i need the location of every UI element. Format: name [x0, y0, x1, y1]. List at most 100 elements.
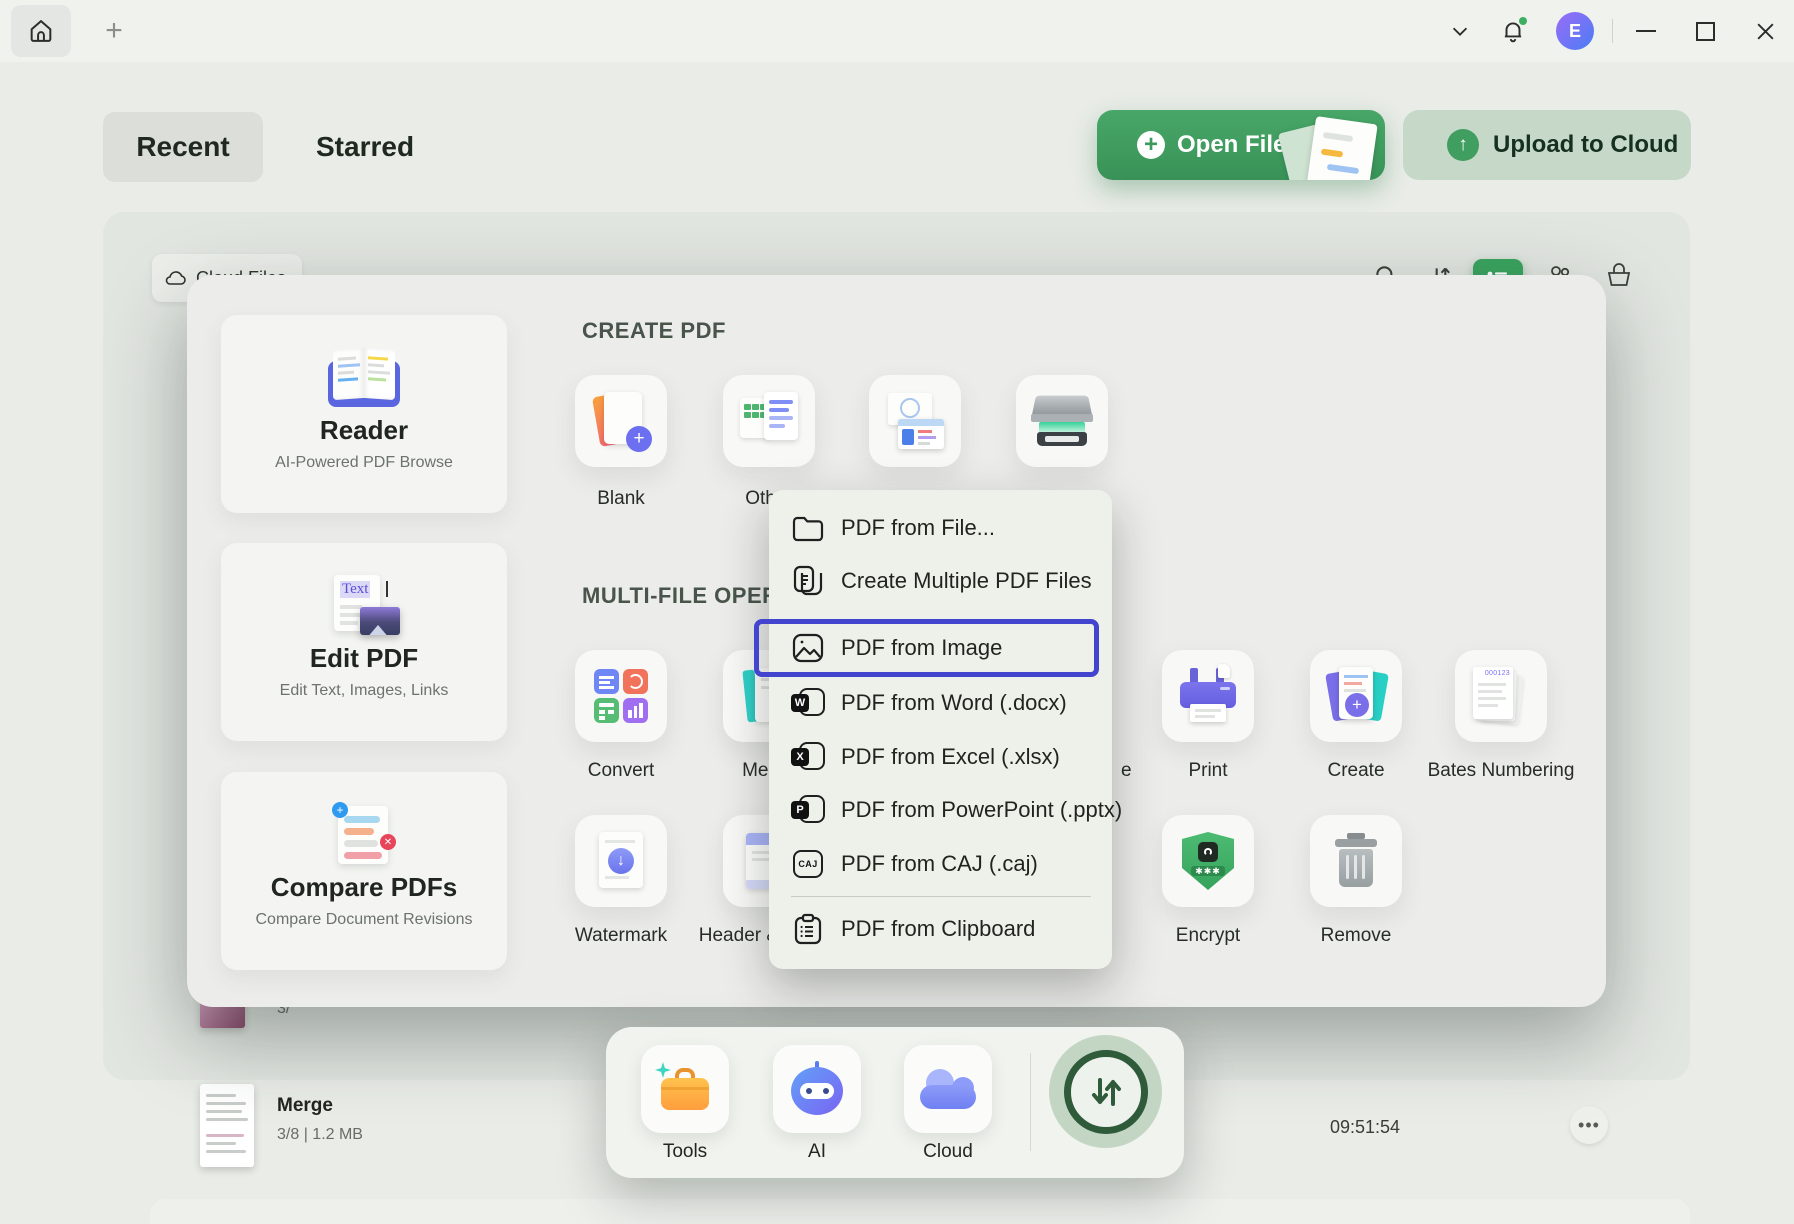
menu-item-label: PDF from File... — [841, 515, 995, 541]
upload-label: Upload to Cloud — [1493, 131, 1678, 159]
minimize-button[interactable] — [1629, 14, 1663, 48]
tile-label-watermark: Watermark — [575, 925, 667, 947]
home-tab-button[interactable] — [11, 5, 71, 57]
home-icon — [27, 17, 55, 45]
chevron-down-icon[interactable] — [1445, 16, 1475, 46]
edit-pdf-card[interactable]: Text Edit PDF Edit Text, Images, Links — [221, 543, 507, 741]
share-tray-icon[interactable] — [1603, 260, 1635, 292]
upload-to-cloud-button[interactable]: ↑ Upload to Cloud — [1403, 110, 1691, 180]
watermark-tile[interactable]: ↓ — [575, 815, 667, 907]
powerpoint-icon: P — [791, 793, 825, 827]
menu-item-label: PDF from PowerPoint (.pptx) — [841, 797, 1122, 823]
create-scanner-tile[interactable] — [1016, 375, 1108, 467]
cloud-button[interactable] — [904, 1045, 992, 1133]
card-title: Compare PDFs — [221, 872, 507, 903]
create-pdf-heading: CREATE PDF — [582, 318, 726, 344]
menu-item-label: PDF from Excel (.xlsx) — [841, 744, 1060, 770]
create-multi-tile[interactable]: + — [1310, 650, 1402, 742]
tile-label-remove: Remove — [1321, 925, 1392, 947]
remove-tile[interactable] — [1310, 815, 1402, 907]
watermark-icon: ↓ — [597, 832, 645, 890]
menu-item-create-multiple[interactable]: Create Multiple PDF Files — [791, 558, 1091, 604]
card-title: Reader — [221, 415, 507, 446]
tile-label-convert: Convert — [588, 760, 655, 782]
file-more-button[interactable]: ••• — [1570, 1106, 1608, 1144]
notification-dot — [1519, 17, 1527, 25]
create-icon: + — [1327, 667, 1385, 725]
convert-tile[interactable] — [575, 650, 667, 742]
word-icon: W — [791, 686, 825, 720]
cloud-dock-icon — [920, 1069, 976, 1109]
tile-label-print: Print — [1188, 760, 1227, 782]
reader-book-icon — [221, 315, 507, 407]
dock-divider — [1030, 1053, 1031, 1151]
tile-label-encrypt: Encrypt — [1176, 925, 1240, 947]
bates-numbering-icon: 000123 — [1473, 667, 1529, 725]
tile-label-create: Create — [1327, 760, 1384, 782]
tab-recent[interactable]: Recent — [103, 112, 263, 182]
tab-starred[interactable]: Starred — [306, 112, 424, 182]
convert-arrows-icon — [1064, 1050, 1148, 1134]
create-other-tile[interactable] — [723, 375, 815, 467]
create-blank-tile[interactable]: + — [575, 375, 667, 467]
create-pdf-menu: PDF from File... Create Multiple PDF Fil… — [769, 490, 1112, 969]
tile-label-fragment: e — [1121, 760, 1132, 782]
file-thumbnail — [200, 1084, 254, 1167]
ai-button[interactable] — [773, 1045, 861, 1133]
compare-pdfs-icon: + ✕ — [221, 772, 507, 864]
reader-card[interactable]: Reader AI-Powered PDF Browse — [221, 315, 507, 513]
account-avatar[interactable]: E — [1556, 12, 1594, 50]
create-id-tile[interactable] — [869, 375, 961, 467]
menu-item-pdf-from-clipboard[interactable]: PDF from Clipboard — [791, 906, 1091, 952]
tools-label: Tools — [663, 1141, 707, 1163]
menu-item-pdf-from-word[interactable]: W PDF from Word (.docx) — [791, 680, 1091, 726]
menu-item-pdf-from-excel[interactable]: X PDF from Excel (.xlsx) — [791, 734, 1091, 780]
menu-item-label: PDF from Clipboard — [841, 916, 1035, 942]
trash-icon — [1333, 833, 1379, 889]
card-subtitle: AI-Powered PDF Browse — [221, 454, 507, 472]
other-formats-icon — [740, 392, 798, 450]
cloud-icon — [164, 269, 188, 287]
copy-files-icon — [791, 564, 825, 598]
scanner-icon — [1031, 394, 1093, 448]
card-title: Edit PDF — [221, 643, 507, 674]
close-button[interactable] — [1748, 14, 1782, 48]
menu-item-pdf-from-caj[interactable]: CAJ PDF from CAJ (.caj) — [791, 841, 1091, 887]
menu-item-pdf-from-image[interactable]: PDF from Image — [791, 625, 1091, 671]
menu-item-pdf-from-file[interactable]: PDF from File... — [791, 505, 1091, 551]
notification-bell-icon[interactable] — [1498, 16, 1528, 46]
ai-label: AI — [808, 1141, 826, 1163]
plus-icon: + — [1137, 131, 1165, 159]
compare-pdfs-card[interactable]: + ✕ Compare PDFs Compare Document Revisi… — [221, 772, 507, 970]
folder-icon — [791, 511, 825, 545]
edit-pdf-icon: Text — [221, 543, 507, 635]
open-file-label: Open File — [1177, 131, 1286, 159]
convert-fab-button[interactable] — [1049, 1035, 1162, 1148]
image-icon — [791, 631, 825, 665]
encrypt-tile[interactable]: ✱✱✱ — [1162, 815, 1254, 907]
upload-arrow-icon: ↑ — [1447, 129, 1479, 161]
convert-icon — [594, 669, 648, 723]
menu-item-label: Create Multiple PDF Files — [841, 568, 1092, 594]
tile-label-bates: Bates Numbering — [1428, 760, 1575, 782]
print-tile[interactable] — [1162, 650, 1254, 742]
file-meta: 3/8 | 1.2 MB — [277, 1126, 363, 1144]
titlebar: + E — [0, 0, 1794, 62]
menu-item-label: PDF from Word (.docx) — [841, 690, 1067, 716]
blank-pdf-icon: + — [594, 392, 648, 450]
cloud-label: Cloud — [923, 1141, 973, 1163]
bates-tile[interactable]: 000123 — [1455, 650, 1547, 742]
bottom-dock: Tools AI Cloud — [606, 1027, 1184, 1178]
excel-icon: X — [791, 740, 825, 774]
id-card-icon — [886, 393, 944, 449]
tools-button[interactable] — [641, 1045, 729, 1133]
open-file-button[interactable]: + Open File — [1097, 110, 1385, 180]
new-tab-button[interactable]: + — [96, 12, 132, 50]
tile-label-blank: Blank — [597, 488, 645, 510]
encrypt-shield-icon: ✱✱✱ — [1182, 832, 1234, 890]
maximize-button[interactable] — [1688, 14, 1722, 48]
menu-item-label: PDF from Image — [841, 635, 1002, 661]
toolbox-icon — [659, 1066, 711, 1112]
menu-item-pdf-from-powerpoint[interactable]: P PDF from PowerPoint (.pptx) — [791, 787, 1091, 833]
clipboard-icon — [791, 912, 825, 946]
